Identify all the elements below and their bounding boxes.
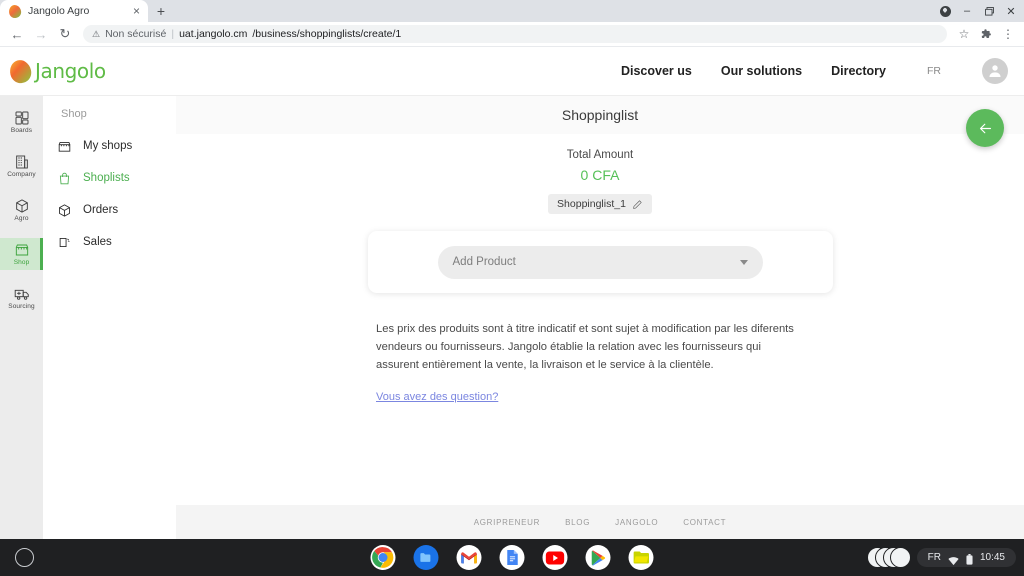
green-app-icon[interactable] [628,545,654,570]
bookmark-star-icon[interactable]: ☆ [954,23,974,45]
sidebar-item-boards[interactable]: Boards [0,106,43,138]
submenu-label-my-shops: My shops [83,140,133,152]
submenu-label-sales: Sales [83,236,112,248]
app-header: Jangolo Discover us Our solutions Direct… [0,47,1024,96]
nav-link-our-solutions[interactable]: Our solutions [721,64,802,78]
wifi-icon [948,553,959,566]
new-tab-button[interactable]: + [148,0,174,22]
sidebar-item-agro[interactable]: Agro [0,194,43,226]
maximize-button[interactable] [978,0,1000,22]
extensions-puzzle-icon[interactable] [976,23,996,45]
submenu-item-shoplists[interactable]: Shoplists [43,162,176,194]
url-host: uat.jangolo.cm [179,28,248,40]
submenu-item-orders[interactable]: Orders [43,194,176,226]
back-fab-button[interactable] [966,109,1004,147]
close-window-button[interactable]: ✕ [1000,0,1022,22]
submenu-title: Shop [61,108,87,120]
tab-close-icon[interactable]: × [133,5,140,17]
browser-menu-icon[interactable]: ⋮ [998,23,1018,45]
footer-link-blog[interactable]: BLOG [565,518,590,527]
chromeos-shelf: FR 10:45 [0,539,1024,576]
submenu-label-shoplists: Shoplists [83,172,130,184]
submenu-item-my-shops[interactable]: My shops [43,130,176,162]
chevron-down-icon [739,259,748,265]
rail-label-sourcing: Sourcing [8,303,35,310]
rail-label-boards: Boards [10,127,33,134]
nav-link-discover-us[interactable]: Discover us [621,64,692,78]
window-controls: – ✕ [934,0,1024,22]
url-path: /business/shoppinglists/create/1 [252,28,402,40]
tray-language: FR [927,552,941,563]
icon-rail-sidebar: Boards Company Agro Shop Sourcing [0,96,43,539]
nav-link-directory[interactable]: Directory [831,64,886,78]
sidebar-item-sourcing[interactable]: Sourcing [0,282,43,314]
address-bar[interactable]: ⚠ Non sécurisé | uat.jangolo.cm/business… [83,25,947,43]
forward-button-icon[interactable]: → [30,23,52,45]
add-product-card: Add Product [367,231,833,293]
pencil-edit-icon[interactable] [632,199,643,210]
question-link[interactable]: Vous avez des question? [376,391,498,403]
tab-title: Jangolo Agro [28,5,90,17]
browser-tab-strip: Jangolo Agro × + – ✕ [0,0,1024,22]
sidebar-item-shop[interactable]: Shop [0,238,43,270]
submenu-item-sales[interactable]: Sales [43,226,176,258]
play-store-icon[interactable] [585,545,611,570]
shop-submenu-sidebar: Shop My shops Shoplists Orders Sales [43,96,176,539]
screen: Jangolo Agro × + – ✕ ← → ↻ ⚠ Non sécuris… [0,0,1024,576]
rail-label-company: Company [7,171,36,178]
profile-dot-icon[interactable] [934,0,956,22]
omnibox-separator: | [171,28,175,40]
launcher-circle-icon[interactable] [15,548,34,567]
back-button-icon[interactable]: ← [6,23,28,45]
language-selector[interactable]: FR [927,65,941,77]
system-tray: FR 10:45 [866,547,1016,568]
header-nav: Discover us Our solutions Directory FR [621,58,1008,84]
footer-link-agripreneur[interactable]: AGRIPRENEUR [474,518,540,527]
sidebar-item-company[interactable]: Company [0,150,43,182]
shoppinglist-name-chip[interactable]: Shoppinglist_1 [548,194,652,214]
clock: 10:45 [979,552,1005,563]
jangolo-mango-icon [7,57,34,85]
shelf-app-list [370,545,654,570]
jangolo-logo[interactable]: Jangolo [7,57,106,85]
chrome-icon[interactable] [370,545,396,570]
footer-link-contact[interactable]: CONTACT [683,518,726,527]
rail-label-agro: Agro [14,215,29,222]
logo-wordmark: Jangolo [35,59,106,83]
rail-label-shop: Shop [13,259,30,266]
page-footer: AGRIPRENEUR BLOG JANGOLO CONTACT [176,505,1024,539]
total-amount-label: Total Amount [566,149,634,161]
avatar[interactable] [982,58,1008,84]
not-secure-warning-icon: ⚠ [92,28,101,39]
battery-icon [966,552,973,565]
security-label: Non sécurisé [105,28,167,40]
browser-toolbar: ← → ↻ ⚠ Non sécurisé | uat.jangolo.cm/bu… [0,22,1024,47]
page-title: Shoppinglist [561,107,639,123]
reload-button-icon[interactable]: ↻ [54,23,76,45]
tab-favicon-icon [7,3,23,19]
shoppinglist-name: Shoppinglist_1 [557,198,626,210]
status-area[interactable]: FR 10:45 [916,548,1016,567]
total-amount-value: 0 CFA [580,167,620,183]
browser-tab[interactable]: Jangolo Agro × [0,0,148,22]
total-amount-block: Total Amount 0 CFA Shoppinglist_1 [176,134,1024,214]
files-icon[interactable] [413,545,439,570]
youtube-icon[interactable] [542,545,568,570]
footer-link-jangolo[interactable]: JANGOLO [615,518,658,527]
notification-stack-icon[interactable] [866,547,911,568]
price-disclaimer-text: Les prix des produits sont à titre indic… [376,323,794,372]
main-content: Shoppinglist Total Amount 0 CFA Shopping… [176,96,1024,539]
docs-icon[interactable] [499,545,525,570]
submenu-label-orders: Orders [83,204,119,216]
add-product-placeholder: Add Product [452,256,516,268]
minimize-button[interactable]: – [956,0,978,22]
gmail-icon[interactable] [456,545,482,570]
add-product-dropdown[interactable]: Add Product [437,245,763,279]
page-title-bar: Shoppinglist [176,96,1024,134]
